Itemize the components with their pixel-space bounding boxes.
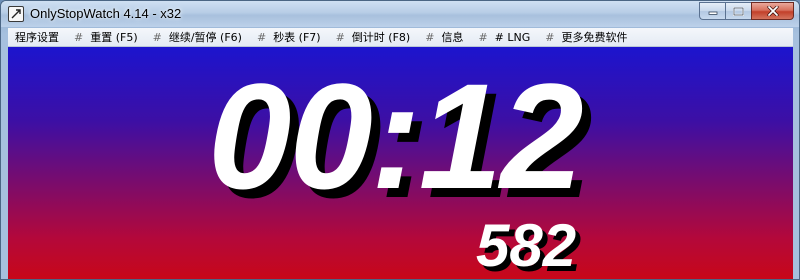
app-window: OnlyStopWatch 4.14 - x32 程序设置 # 重置 (F5) … — [0, 0, 800, 280]
menu-separator: # — [425, 30, 435, 44]
window-controls — [699, 2, 794, 20]
stopwatch-display: 00:12 00:12 582 582 — [8, 47, 793, 279]
title-bar[interactable]: OnlyStopWatch 4.14 - x32 — [1, 1, 799, 27]
menu-separator: # — [335, 30, 345, 44]
menu-more-freeware[interactable]: 更多免费软件 — [554, 29, 627, 45]
menu-separator: # — [152, 30, 162, 44]
menu-bar: 程序设置 # 重置 (F5) # 继续/暂停 (F6) # 秒表 (F7) # … — [8, 28, 793, 47]
menu-language[interactable]: # LNG — [488, 31, 531, 44]
milliseconds-digits: 582 — [476, 212, 577, 279]
close-button[interactable] — [751, 2, 794, 20]
minimize-icon — [708, 11, 717, 15]
close-icon — [766, 6, 779, 16]
menu-separator: # — [256, 30, 267, 44]
maximize-button[interactable] — [725, 2, 751, 20]
menu-separator: # — [74, 30, 84, 44]
menu-settings[interactable]: 程序设置 — [8, 29, 59, 45]
menu-separator: # — [478, 30, 488, 44]
minimize-button[interactable] — [699, 2, 725, 20]
maximize-icon — [733, 6, 744, 16]
menu-reset[interactable]: 重置 (F5) — [83, 29, 137, 45]
menu-info[interactable]: 信息 — [434, 29, 463, 45]
window-title: OnlyStopWatch 4.14 - x32 — [30, 6, 182, 21]
menu-countdown[interactable]: 倒计时 (F8) — [345, 29, 410, 45]
menu-stopwatch[interactable]: 秒表 (F7) — [266, 29, 320, 45]
time-digits: 00:12 — [208, 52, 584, 220]
stopwatch-app-icon[interactable] — [8, 6, 24, 22]
menu-separator: # — [545, 30, 555, 44]
menu-continue-pause[interactable]: 继续/暂停 (F6) — [162, 29, 242, 45]
